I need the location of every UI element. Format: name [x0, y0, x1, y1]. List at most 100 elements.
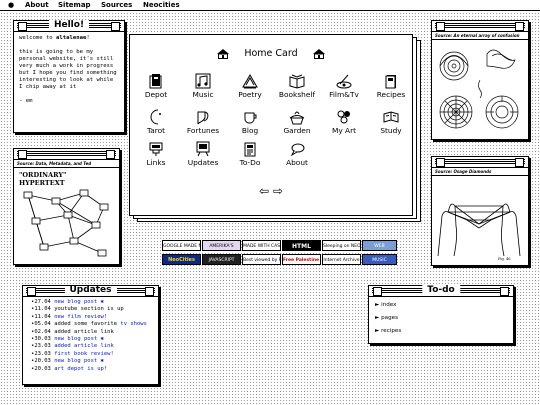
todo-list: ► index ► pages ► recipes — [369, 297, 513, 338]
labyrinth-title-bar[interactable] — [432, 21, 528, 32]
blog-link[interactable]: Blog — [228, 109, 272, 135]
update-link[interactable]: new blog post — [54, 336, 97, 342]
links-link[interactable]: Links — [134, 141, 178, 167]
close-box-icon[interactable] — [436, 22, 445, 31]
close-box-icon[interactable] — [373, 287, 382, 296]
depot-icon — [149, 74, 162, 89]
list-item: 23.03 added article link — [31, 343, 158, 350]
list-item: 20.03 new blog post ✱ — [31, 358, 158, 365]
study-icon — [383, 111, 399, 123]
my-art-link[interactable]: My Art — [322, 109, 366, 135]
badge-css[interactable]: MADE WITH CASCADING STYLE SHEETS — [242, 240, 281, 251]
fortunes-link[interactable]: Fortunes — [181, 109, 225, 135]
blog-icon — [244, 112, 257, 124]
menu-sitemap[interactable]: Sitemap — [58, 0, 91, 10]
update-link[interactable]: new blog post — [54, 358, 97, 364]
list-item: 20.03 art depot is up! — [31, 366, 158, 373]
badge-web[interactable]: WEB — [362, 240, 397, 251]
todo-link[interactable]: To-Do — [228, 141, 272, 167]
bookshelf-icon — [289, 74, 305, 89]
house-icon — [313, 49, 326, 59]
list-item: 05.04 added some favorite tv shows — [31, 321, 158, 328]
film-icon — [336, 74, 352, 89]
intro-text: this is going to be my personal website,… — [19, 49, 117, 90]
hypertext-heading: "ORDINARY" HYPERTEXT — [19, 171, 67, 187]
cradle-caption: Source: Osage Diamonds — [432, 168, 528, 176]
update-link[interactable]: new blog post — [54, 299, 97, 305]
updates-link[interactable]: Updates — [181, 141, 225, 167]
hello-window: Hello! welcome to altalenae! this is goi… — [13, 20, 125, 133]
bookshelf-link[interactable]: Bookshelf — [275, 73, 319, 99]
garden-icon — [289, 111, 305, 125]
triangle-bullet-icon: ► — [375, 302, 380, 308]
todo-icon — [244, 142, 256, 157]
list-item: 27.04 new blog post ✱ — [31, 299, 158, 306]
apple-menu-icon[interactable]: ● — [8, 0, 14, 10]
zoom-box-icon[interactable] — [145, 287, 154, 296]
hello-title-bar[interactable]: Hello! — [14, 20, 124, 32]
close-box-icon[interactable] — [27, 287, 36, 296]
badge-google[interactable]: GOOGLE MADE ME DO IT — [162, 240, 201, 251]
close-box-icon[interactable] — [436, 158, 445, 167]
about-link[interactable]: About — [275, 141, 319, 167]
zoom-box-icon[interactable] — [515, 22, 524, 31]
close-box-icon[interactable] — [18, 150, 27, 159]
tarot-link[interactable]: Tarot — [134, 109, 178, 135]
home-card: Home Card Depot Music Poetry Bookshelf F… — [129, 34, 413, 216]
recipes-link[interactable]: Recipes — [369, 73, 413, 99]
todo-title-bar[interactable]: To-do — [369, 285, 513, 297]
labyrinth-caption: Source: An eternal array of confusion — [432, 32, 528, 40]
next-arrow-icon[interactable]: ⇨ — [273, 184, 283, 198]
close-box-icon[interactable] — [18, 22, 27, 31]
hypertext-caption: Source: Data, Metadata, and Ted — [14, 160, 119, 168]
svg-text:Fig. 46: Fig. 46 — [498, 257, 510, 261]
badge-amerika[interactable]: AMERIKA'S — [202, 240, 241, 251]
prev-arrow-icon[interactable]: ⇦ — [259, 184, 269, 198]
menu-sources[interactable]: Sources — [101, 0, 132, 10]
updates-window: Updates 27.04 new blog post ✱ 11.04 yout… — [22, 285, 159, 385]
zoom-box-icon[interactable] — [500, 287, 509, 296]
update-link[interactable]: new film review! — [54, 314, 107, 320]
garden-link[interactable]: Garden — [275, 109, 319, 135]
updates-icon — [196, 141, 210, 157]
poetry-icon — [242, 74, 258, 89]
poetry-link[interactable]: Poetry — [228, 73, 272, 99]
list-item: 02.04 added article link — [31, 329, 158, 336]
music-link[interactable]: Music — [181, 73, 225, 99]
menu-about[interactable]: About — [25, 0, 49, 10]
study-link[interactable]: Study — [369, 109, 413, 135]
update-link[interactable]: first book review! — [54, 351, 114, 357]
update-link[interactable]: art depot is up! — [54, 366, 107, 372]
home-card-header: Home Card — [130, 43, 412, 62]
zoom-box-icon[interactable] — [106, 150, 115, 159]
badge-free-palestine[interactable]: Free Palestine Now!!! — [282, 254, 321, 265]
badge-neocities-sleeping[interactable]: Sleeping on NEOCITIES — [322, 240, 361, 251]
menu-neocities[interactable]: Neocities — [143, 0, 180, 10]
film-tv-link[interactable]: Film&Tv — [322, 73, 366, 99]
house-icon — [216, 49, 229, 59]
badge-html[interactable]: HTML — [282, 240, 321, 251]
labyrinth-illustration — [439, 49, 519, 129]
cradle-title-bar[interactable] — [432, 157, 528, 168]
badge-music[interactable]: MUSIC — [362, 254, 397, 265]
signature: - em — [19, 98, 33, 104]
home-card-title: Home Card — [244, 48, 298, 59]
badge-friendly[interactable]: Best viewed by Friendly — [242, 254, 281, 265]
updates-list: 27.04 new blog post ✱ 11.04 youtube sect… — [23, 297, 158, 373]
zoom-box-icon[interactable] — [111, 22, 120, 31]
cradle-window: Source: Osage Diamonds Fig. 46 — [431, 156, 529, 266]
badge-javascript[interactable]: JAVASCRIPT — [202, 254, 241, 265]
zoom-box-icon[interactable] — [515, 158, 524, 167]
list-item: ► index — [375, 302, 397, 308]
depot-link[interactable]: Depot — [134, 73, 178, 99]
hypertext-title-bar[interactable] — [14, 149, 119, 160]
list-item: ► pages — [375, 315, 398, 321]
updates-title-bar[interactable]: Updates — [23, 286, 158, 297]
badge-internet-archive[interactable]: Internet Archive — [322, 254, 361, 265]
badge-neocities[interactable]: NeoCities — [162, 254, 201, 265]
todo-window: To-do ► index ► pages ► recipes — [368, 285, 514, 344]
triangle-bullet-icon: ► — [375, 328, 380, 334]
update-link[interactable]: tv shows — [120, 321, 147, 327]
list-item: 11.04 youtube section is up — [31, 306, 158, 313]
update-link[interactable]: added article link — [54, 343, 114, 349]
